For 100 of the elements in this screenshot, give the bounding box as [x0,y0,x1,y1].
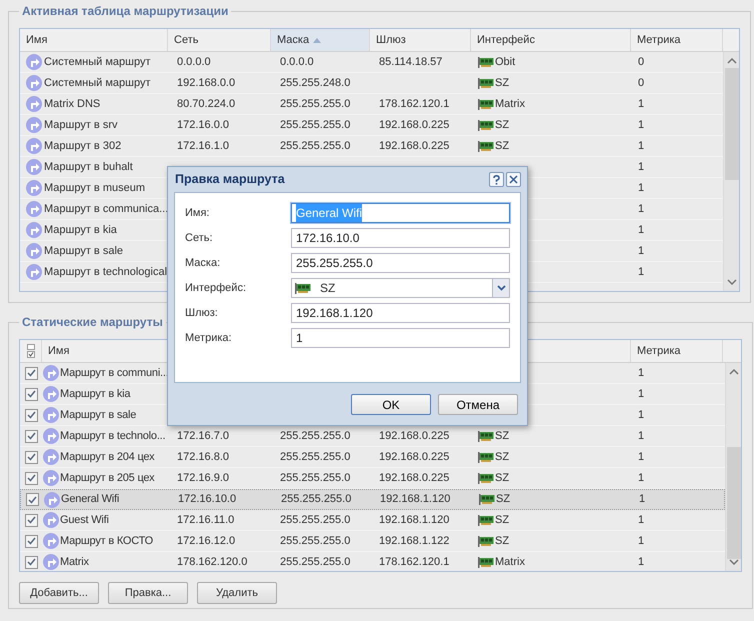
table-cell-text: 255.255.255.0 [279,554,350,570]
column-header[interactable]: Метрика [637,32,681,48]
toolbar-button[interactable]: Добавить... [19,582,99,604]
route-icon [26,75,42,91]
table-row[interactable]: General Wifi 172.16.10.0 255.255.255.0 192.168.1.120 SZ 1 [20,489,725,510]
toolbar-button[interactable]: Правка... [108,582,188,604]
checkbox[interactable] [24,514,38,526]
route-icon [43,407,59,423]
route-icon [26,243,42,259]
route-icon [26,117,42,133]
route-icon [26,96,42,112]
route-icon [26,264,42,280]
table-cell-text: 255.255.255.0 [279,428,350,444]
table-row[interactable]: Маршрут в 204 цех 172.16.8.0 255.255.255.0 192.168.0.225 SZ 1 [20,447,725,468]
checkbox[interactable] [24,366,38,380]
table-cell-text: 1 [637,554,644,570]
table-cell-text: 255.255.255.0 [279,534,350,549]
scroll-up-icon[interactable] [727,58,737,64]
table-row[interactable]: Guest Wifi 172.16.11.0 255.255.255.0 192.168.1.120 SZ 1 [20,510,725,531]
table-cell-text: 0 [637,54,644,70]
table-row[interactable]: Matrix 178.162.120.0 255.255.255.0 178.162.120.1 Matrix 1 [20,552,725,571]
scrollbar[interactable] [725,363,741,571]
scrollbar-thumb[interactable] [725,68,739,180]
checkbox[interactable] [24,556,38,568]
input-field[interactable]: 172.16.10.0 [291,228,510,248]
column-header[interactable]: Шлюз [376,32,406,48]
table-cell-text: Маршрут в sale [60,408,136,423]
table-row[interactable]: Маршрут в srv 172.16.0.0 255.255.255.0 192.168.0.225 SZ 1 [20,115,723,136]
table-cell-text: 192.168.0.0 [176,76,236,91]
column-header[interactable]: Сеть [174,32,198,48]
table-cell-text: 172.16.0.0 [176,118,229,133]
close-icon [509,175,518,184]
input-field[interactable]: 255.255.255.0 [291,253,510,273]
table-cell-text: SZ [495,534,510,549]
table-row[interactable]: Маршрут в КОСТО 172.16.12.0 255.255.255.0 192.168.1.122 SZ 1 [20,531,725,552]
table-cell-text: SZ [495,428,510,444]
table-cell-text: 255.255.255.0 [279,470,350,486]
interface-dropdown[interactable]: SZ [291,278,510,298]
table-cell-text: 0.0.0.0 [279,54,314,70]
checkbox[interactable] [24,450,38,464]
table-cell-text: 1 [637,138,644,154]
table-cell-text: 255.255.255.0 [279,96,350,112]
route-icon [26,54,42,70]
table-row[interactable]: Системный маршрут 192.168.0.0 255.255.248.0 SZ 0 [20,73,723,94]
input-field[interactable]: 192.168.1.120 [291,303,510,323]
checkbox[interactable] [24,408,38,422]
table-cell-text: Matrix DNS [44,96,100,112]
table-cell-text: SZ [495,118,510,133]
table-cell-text: 192.168.0.225 [378,428,450,444]
table-cell-text: 1 [637,450,644,465]
checkbox[interactable] [24,534,38,548]
table-cell-text: 1 [637,244,644,259]
table-row[interactable]: Matrix DNS 80.70.224.0 255.255.255.0 178.162.120.1 Matrix 1 [20,94,723,115]
checkbox[interactable] [24,388,38,400]
column-header[interactable]: Метрика [637,342,681,360]
network-card-icon [478,430,494,442]
table-cell-text: 172.16.7.0 [176,428,229,444]
dialog-button[interactable]: OK [351,394,431,415]
table-cell-text: SZ [495,138,510,154]
network-card-icon [478,536,494,546]
table-cell-text: 1 [637,470,644,486]
table-cell-text: Маршрут в museum [44,180,146,196]
table-cell-text: 192.168.0.225 [378,118,450,133]
table-cell-text: 172.16.10.0 [177,492,236,508]
table-cell-text: 255.255.255.0 [279,138,350,154]
route-icon [43,428,59,444]
table-cell-text: 0.0.0.0 [176,54,211,70]
input-field[interactable]: 1 [291,328,510,348]
toolbar-button[interactable]: Удалить [197,582,277,604]
table-row[interactable]: Маршрут в 302 172.16.1.0 255.255.255.0 192.168.0.225 SZ 1 [20,136,723,157]
column-header[interactable]: Имя [26,32,48,48]
route-icon [26,138,42,154]
close-button[interactable] [506,172,521,187]
table-cell-text: Маршрут в 302 [44,138,122,154]
dialog-button[interactable]: Отмена [438,394,518,415]
table-cell-text: 255.255.255.0 [279,450,350,465]
help-button[interactable] [489,172,504,187]
network-card-icon [478,78,494,88]
scrollbar[interactable] [723,52,739,291]
column-header[interactable]: Интерфейс [477,32,535,48]
route-icon [26,201,42,217]
field-label: Интерфейс: [185,280,247,296]
scrollbar-thumb[interactable] [727,447,741,559]
table-cell-text: 192.168.1.120 [378,512,450,528]
table-cell-text: Маршрут в kia [44,222,117,238]
table-cell-text: 172.16.1.0 [176,138,229,154]
table-cell-text: 1 [637,428,644,444]
table-cell-text: Matrix [60,554,89,570]
checkbox[interactable] [24,430,38,442]
checkbox[interactable] [26,493,38,506]
checkbox[interactable] [24,472,38,484]
table-row[interactable]: Системный маршрут 0.0.0.0 0.0.0.0 85.114.18.57 Obit 0 [20,52,723,73]
scroll-down-icon[interactable] [729,559,739,565]
route-icon [43,365,59,381]
table-cell-text: Маршрут в buhalt [44,160,133,175]
scroll-down-icon[interactable] [727,279,737,285]
table-cell-text: 192.168.0.225 [378,138,450,154]
table-cell-text: Маршрут в sale [44,244,124,259]
column-header[interactable]: Имя [48,342,70,360]
scroll-up-icon[interactable] [729,369,739,375]
